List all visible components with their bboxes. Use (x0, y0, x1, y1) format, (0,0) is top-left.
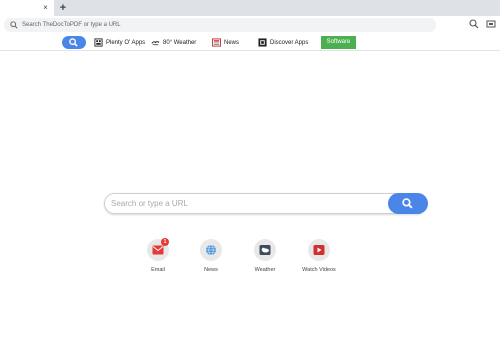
discover-apps-icon (258, 38, 267, 47)
shortcut-watch-videos[interactable]: Watch Videos (299, 239, 339, 279)
address-bar[interactable]: Search TheDocToPDF or type a URL (4, 18, 436, 32)
magnifier-icon[interactable] (469, 19, 479, 29)
search-icon (10, 21, 18, 29)
address-bar-placeholder: Search TheDocToPDF or type a URL (22, 22, 121, 28)
shortcut-news-tile (200, 239, 222, 261)
news-icon (212, 38, 221, 47)
shortcut-weather-label: Weather (254, 267, 276, 273)
tab-close-icon[interactable]: × (41, 3, 50, 13)
software-button[interactable]: Software (321, 36, 356, 49)
ext-news[interactable]: News (212, 36, 239, 49)
video-play-icon (313, 245, 325, 255)
main-search-button[interactable] (388, 193, 428, 214)
search-icon (402, 198, 413, 209)
shortcut-watch-videos-label: Watch Videos (302, 267, 336, 273)
shortcut-email-label: Email (151, 267, 165, 273)
weather-icon (259, 245, 271, 255)
browser-toolbar: Search TheDocToPDF or type a URL (0, 16, 500, 34)
ext-plenty-apps[interactable]: Plenty O' Apps (94, 36, 145, 49)
ext-plenty-apps-label: Plenty O' Apps (106, 39, 146, 46)
extension-search-button[interactable] (62, 36, 86, 49)
shortcut-news[interactable]: News (191, 239, 231, 279)
ext-weather[interactable]: 80° Weather (151, 36, 196, 49)
search-icon (69, 38, 78, 47)
shortcut-news-label: News (204, 267, 218, 273)
extension-icon[interactable] (486, 19, 496, 29)
email-icon (152, 245, 164, 255)
weather-icon (151, 41, 160, 46)
browser-tab[interactable]: × (0, 0, 54, 16)
main-search-box (104, 193, 428, 214)
shortcut-email[interactable]: 1 Email (138, 238, 178, 279)
shortcut-videos-tile (308, 239, 330, 261)
shortcut-weather[interactable]: Weather (245, 239, 285, 279)
ext-weather-label: 80° Weather (163, 39, 197, 46)
apps-icon (94, 38, 103, 47)
globe-icon (206, 244, 216, 256)
main-search-input[interactable] (111, 197, 381, 210)
ext-news-label: News (224, 39, 240, 46)
ext-discover-apps[interactable]: Discover Apps (258, 36, 308, 49)
extension-toolbar: Plenty O' Apps 80° Weather News Discover… (0, 34, 500, 51)
tab-strip: × + (0, 0, 500, 16)
ext-discover-apps-label: Discover Apps (270, 39, 309, 46)
email-notification-badge: 1 (161, 238, 169, 246)
new-tab-button[interactable]: + (57, 2, 69, 14)
shortcut-weather-tile (254, 239, 276, 261)
